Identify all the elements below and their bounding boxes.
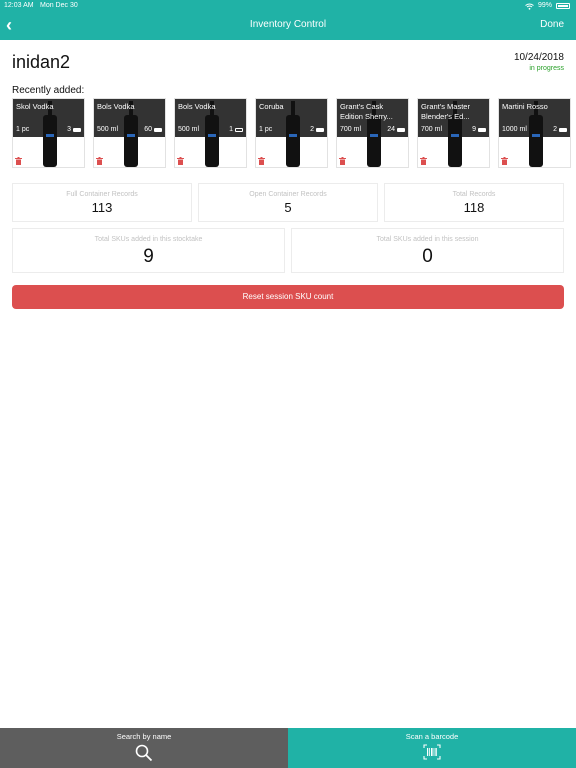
- status-bar: 12:03 AM Mon Dec 30 99%: [0, 0, 576, 12]
- trash-icon[interactable]: [15, 157, 22, 165]
- item-qty: 3: [67, 126, 81, 133]
- item-name: Grant's Cask Edition Sherry...: [340, 102, 393, 121]
- item-qty-value: 9: [472, 126, 476, 133]
- stat-value: 113: [91, 200, 113, 215]
- session-skus-stat: Total SKUs added in this session 0: [291, 228, 564, 273]
- full-container-icon: [316, 127, 324, 132]
- stat-label: Open Container Records: [249, 191, 327, 198]
- stat-label: Total SKUs added in this session: [376, 236, 479, 243]
- item-name: Grant's Master Blender's Ed...: [421, 102, 470, 121]
- item-qty: 2: [310, 126, 324, 133]
- user-name: inidan2: [12, 52, 71, 72]
- item-size: 500 ml: [178, 126, 200, 133]
- item-qty-value: 2: [310, 126, 314, 133]
- status-right: 99%: [525, 0, 570, 12]
- scan-barcode-button[interactable]: Scan a barcode: [288, 728, 576, 768]
- full-container-records-stat: Full Container Records 113: [12, 183, 192, 222]
- session-status: in progress: [529, 65, 564, 72]
- item-qty: 60: [144, 126, 162, 133]
- status-date: Mon Dec 30: [40, 2, 78, 9]
- total-records-stat: Total Records 118: [384, 183, 564, 222]
- recent-item-card[interactable]: Bols Vodka 500 ml 1: [174, 98, 247, 168]
- trash-icon[interactable]: [177, 157, 184, 165]
- open-container-icon: [235, 127, 243, 132]
- item-size: 1 pc: [16, 126, 30, 133]
- trash-icon[interactable]: [96, 157, 103, 165]
- stat-label: Full Container Records: [66, 191, 138, 198]
- item-qty: 2: [553, 126, 567, 133]
- item-name: Bols Vodka: [97, 102, 135, 111]
- item-qty: 9: [472, 126, 486, 133]
- search-icon: [135, 744, 153, 762]
- trash-icon[interactable]: [420, 157, 427, 165]
- stat-value: 118: [463, 200, 485, 215]
- item-qty-value: 60: [144, 126, 152, 133]
- recent-item-card[interactable]: Bols Vodka 500 ml 60: [93, 98, 166, 168]
- item-name: Martini Rosso: [502, 102, 548, 111]
- trash-icon[interactable]: [339, 157, 346, 165]
- stat-value: 0: [422, 246, 433, 267]
- item-qty-value: 24: [387, 126, 395, 133]
- battery-percent: 99%: [537, 2, 552, 9]
- reset-session-sku-button[interactable]: Reset session SKU count: [12, 285, 564, 309]
- stat-label: Total Records: [452, 191, 496, 198]
- wifi-icon: [525, 3, 534, 10]
- full-container-icon: [478, 127, 486, 132]
- session-date-box: 10/24/2018 in progress: [514, 52, 564, 72]
- barcode-icon: [423, 744, 441, 760]
- stocktake-skus-stat: Total SKUs added in this stocktake 9: [12, 228, 285, 273]
- stat-value: 9: [143, 246, 154, 267]
- full-container-icon: [154, 127, 162, 132]
- stat-value: 5: [284, 200, 292, 215]
- item-size: 500 ml: [97, 126, 119, 133]
- bottom-bar: Search by name Scan a barcode: [0, 728, 576, 768]
- item-size: 700 ml: [340, 126, 362, 133]
- done-button[interactable]: Done: [540, 19, 564, 30]
- scan-barcode-label: Scan a barcode: [405, 732, 459, 741]
- recent-item-card[interactable]: Coruba 1 pc 2: [255, 98, 328, 168]
- nav-bar: ‹ Inventory Control Done: [0, 12, 576, 40]
- recent-item-card[interactable]: Grant's Cask Edition Sherry... 700 ml 24: [336, 98, 409, 168]
- item-size: 1 pc: [259, 126, 273, 133]
- item-name: Bols Vodka: [178, 102, 216, 111]
- item-name: Coruba: [259, 102, 284, 111]
- item-qty-value: 3: [67, 126, 71, 133]
- session-date: 10/24/2018: [513, 52, 564, 63]
- item-qty-value: 2: [553, 126, 557, 133]
- battery-icon: [556, 3, 570, 9]
- open-container-records-stat: Open Container Records 5: [198, 183, 378, 222]
- recent-items-list: Skol Vodka 1 pc 3 Bols Vodka 500 ml 60 B…: [12, 98, 572, 168]
- recent-item-card[interactable]: Martini Rosso 1000 ml 2: [498, 98, 571, 168]
- item-size: 1000 ml: [502, 126, 527, 133]
- item-qty: 24: [387, 126, 405, 133]
- nav-title: Inventory Control: [249, 19, 327, 30]
- full-container-icon: [73, 127, 81, 132]
- status-time: 12:03 AM: [4, 2, 34, 9]
- item-name: Skol Vodka: [16, 102, 54, 111]
- recently-added-label: Recently added:: [12, 85, 85, 96]
- full-container-icon: [559, 127, 567, 132]
- stat-label: Total SKUs added in this stocktake: [94, 236, 203, 243]
- trash-icon[interactable]: [501, 157, 508, 165]
- trash-icon[interactable]: [258, 157, 265, 165]
- item-size: 700 ml: [421, 126, 443, 133]
- item-qty-value: 1: [229, 126, 233, 133]
- search-by-name-label: Search by name: [116, 732, 172, 741]
- item-qty: 1: [229, 126, 243, 133]
- recent-item-card[interactable]: Grant's Master Blender's Ed... 700 ml 9: [417, 98, 490, 168]
- recent-item-card[interactable]: Skol Vodka 1 pc 3: [12, 98, 85, 168]
- search-by-name-button[interactable]: Search by name: [0, 728, 288, 768]
- full-container-icon: [397, 127, 405, 132]
